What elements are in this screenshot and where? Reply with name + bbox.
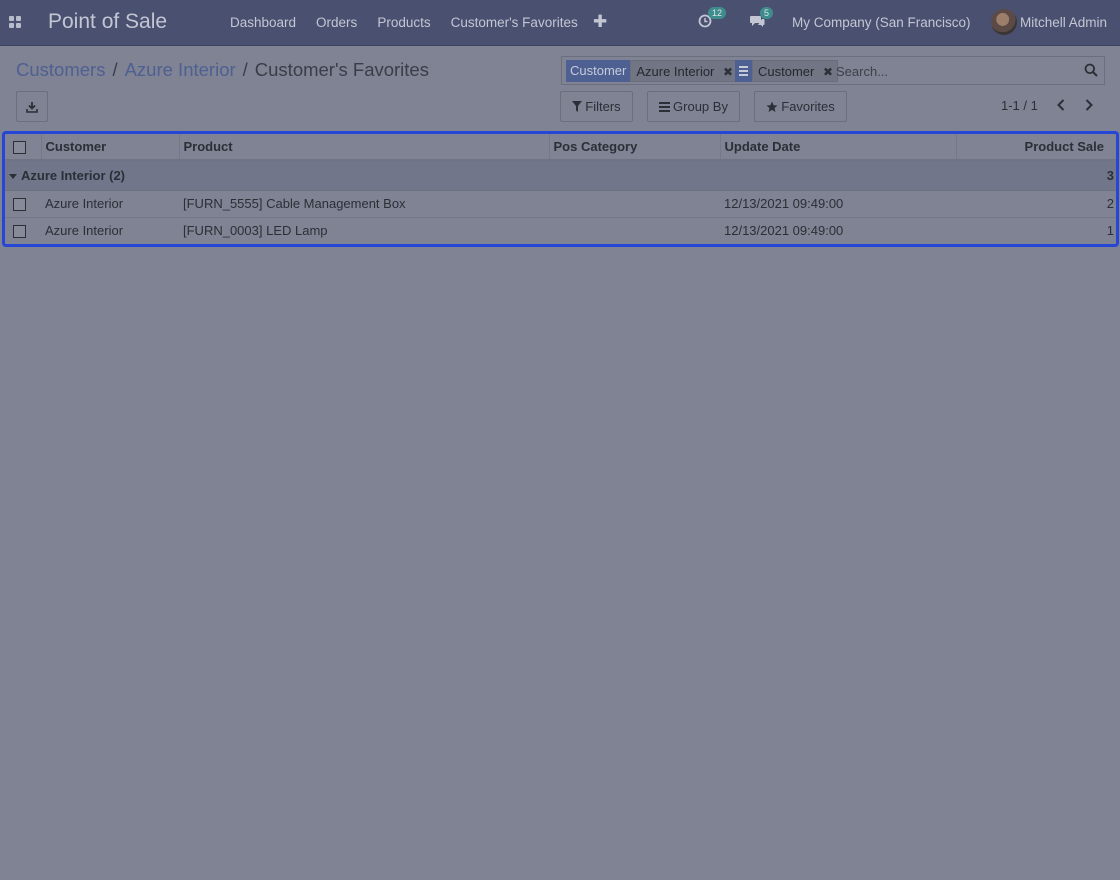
cell-product[interactable]: [FURN_0003] LED Lamp — [179, 217, 549, 244]
chevron-left-icon[interactable] — [1056, 98, 1066, 115]
star-icon — [766, 101, 778, 112]
apps-menu-icon[interactable] — [9, 16, 23, 30]
row-select-cell — [5, 217, 41, 244]
group-label: Azure Interior (2) — [21, 167, 126, 183]
list-icon — [735, 60, 752, 82]
menu-item-dashboard[interactable]: Dashboard — [230, 15, 296, 30]
favorites-button[interactable]: Favorites — [754, 91, 847, 122]
messages-chat-icon[interactable]: 5 — [750, 7, 774, 31]
activity-count-badge: 12 — [708, 7, 727, 19]
caret-down-icon — [9, 173, 17, 179]
facet-value: Azure Interior ✖ — [630, 60, 739, 82]
list-icon — [659, 101, 671, 112]
breadcrumb-separator: / — [112, 59, 118, 80]
breadcrumb-customers[interactable]: Customers — [16, 59, 105, 81]
cell-product-sale[interactable]: 2 — [956, 190, 1116, 218]
pager-value[interactable]: 1-1 / 1 — [1001, 98, 1038, 113]
column-header-pos-category[interactable]: Pos Category — [549, 134, 721, 161]
group-by-button[interactable]: Group By — [647, 91, 740, 122]
cell-pos-category[interactable] — [549, 190, 720, 218]
cell-update-date[interactable]: 12/13/2021 09:49:00 — [720, 190, 956, 218]
breadcrumb-separator: / — [242, 59, 248, 80]
cell-product[interactable]: [FURN_5555] Cable Management Box — [179, 190, 549, 218]
search-facet-groupby[interactable]: Customer ✖ — [735, 60, 839, 82]
group-total: 3 — [956, 160, 1116, 191]
facet-value: Customer ✖ — [752, 60, 839, 82]
close-icon[interactable]: ✖ — [823, 65, 833, 79]
column-header-product-sale[interactable]: Product Sale — [956, 134, 1116, 161]
table-row[interactable]: Azure Interior [FURN_0003] LED Lamp 12/1… — [5, 217, 1116, 244]
table-row[interactable]: Azure Interior [FURN_5555] Cable Managem… — [5, 190, 1116, 218]
download-icon — [26, 101, 38, 113]
filter-icon — [572, 101, 583, 112]
cell-customer[interactable]: Azure Interior — [41, 190, 179, 218]
column-header-customer[interactable]: Customer — [41, 134, 180, 161]
menu-item-orders[interactable]: Orders — [316, 15, 357, 30]
search-icon[interactable] — [1084, 63, 1098, 77]
search-facet-customer[interactable]: Customer Azure Interior ✖ — [566, 60, 739, 82]
activity-clock-icon[interactable]: 12 — [698, 7, 727, 31]
row-checkbox[interactable] — [13, 198, 26, 212]
cell-customer[interactable]: Azure Interior — [41, 217, 179, 244]
message-count-badge: 5 — [760, 7, 774, 19]
search-box: Customer Azure Interior ✖ Customer ✖ — [561, 56, 1105, 85]
menu-item-customers-favorites[interactable]: Customer's Favorites — [451, 15, 578, 30]
group-by-label: Group By — [673, 99, 728, 114]
company-switcher[interactable]: My Company (San Francisco) — [792, 15, 971, 30]
column-header-product[interactable]: Product — [179, 134, 550, 161]
top-navbar: Point of Sale Dashboard Orders Products … — [0, 0, 1120, 46]
group-header: Azure Interior (2) — [5, 160, 956, 191]
search-input[interactable] — [836, 62, 1076, 80]
favorites-label: Favorites — [781, 99, 835, 114]
row-select-cell — [5, 190, 41, 218]
download-button[interactable] — [16, 91, 48, 122]
facet-value-text: Azure Interior — [636, 64, 715, 79]
cell-update-date[interactable]: 12/13/2021 09:49:00 — [720, 217, 956, 244]
breadcrumb-azure-interior[interactable]: Azure Interior — [125, 59, 236, 81]
select-all-header — [5, 134, 42, 161]
facet-value-text: Customer — [758, 64, 815, 79]
plus-icon[interactable]: ✚ — [593, 12, 607, 32]
cell-pos-category[interactable] — [549, 217, 720, 244]
breadcrumb: Customers / Azure Interior / Customer's … — [16, 59, 429, 81]
facet-label: Customer — [566, 60, 631, 82]
user-menu[interactable]: Mitchell Admin — [1020, 15, 1107, 30]
app-name[interactable]: Point of Sale — [48, 10, 167, 34]
menu-item-products[interactable]: Products — [377, 15, 430, 30]
favorites-table: Customer Product Pos Category Update Dat… — [5, 134, 1116, 244]
user-avatar[interactable] — [991, 9, 1017, 35]
cell-product-sale[interactable]: 1 — [956, 217, 1116, 244]
main-menu: Dashboard Orders Products Customer's Fav… — [230, 15, 598, 30]
group-row[interactable]: Azure Interior (2) 3 — [5, 160, 1116, 191]
list-view: Customer Product Pos Category Update Dat… — [2, 131, 1119, 247]
table-header-row: Customer Product Pos Category Update Dat… — [5, 134, 1116, 161]
chevron-right-icon[interactable] — [1084, 98, 1094, 115]
page-title: Customer's Favorites — [254, 59, 429, 80]
close-icon[interactable]: ✖ — [723, 65, 733, 79]
select-all-checkbox[interactable] — [13, 141, 26, 155]
filters-button[interactable]: Filters — [560, 91, 633, 122]
row-checkbox[interactable] — [13, 225, 26, 239]
filters-label: Filters — [585, 99, 621, 114]
column-header-update-date[interactable]: Update Date — [720, 134, 957, 161]
